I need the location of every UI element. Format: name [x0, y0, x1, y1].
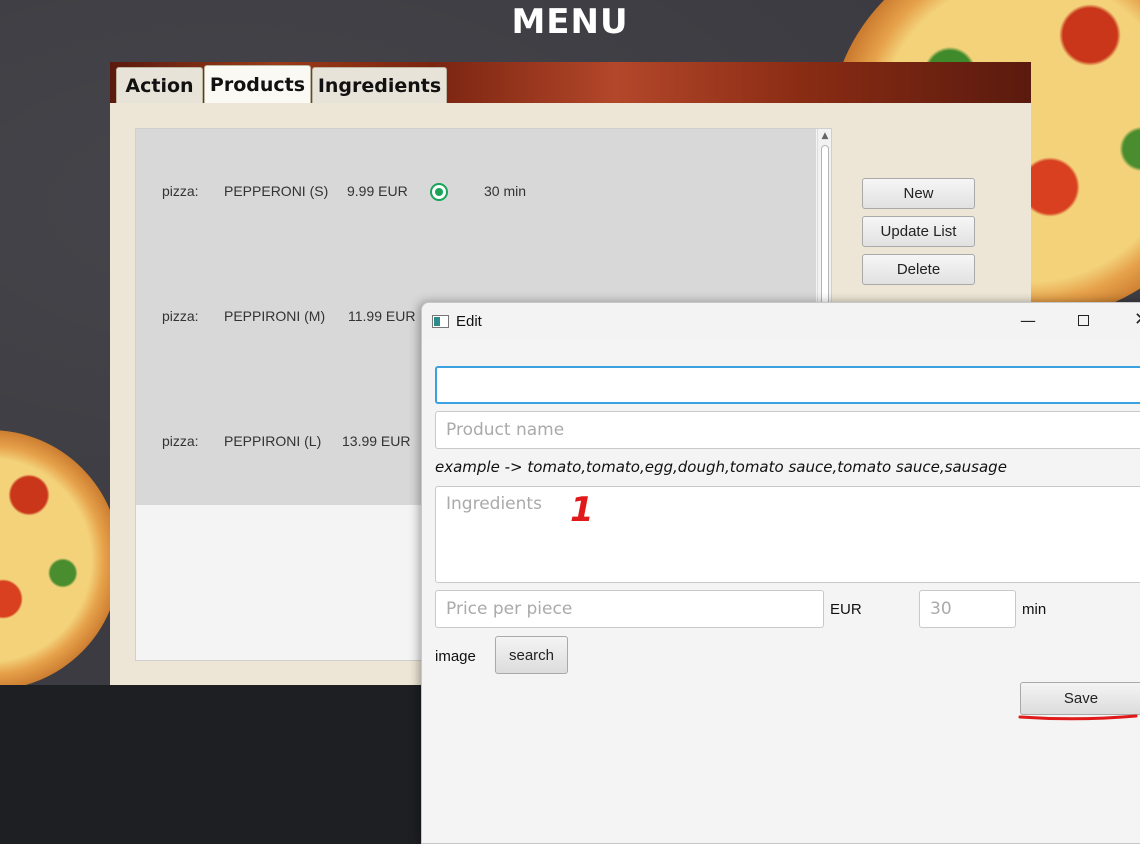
app-window-icon: [432, 315, 449, 328]
update-list-button[interactable]: Update List: [862, 216, 975, 247]
scroll-up-icon[interactable]: ▲: [820, 131, 830, 141]
save-button[interactable]: Save: [1020, 682, 1140, 715]
ingredients-field[interactable]: [435, 486, 1140, 583]
close-icon[interactable]: ✕: [1134, 309, 1140, 330]
annotation-number: 1: [570, 490, 594, 530]
minimize-icon[interactable]: —: [1018, 311, 1038, 331]
dialog-titlebar[interactable]: Edit — ✕: [422, 303, 1140, 341]
product-price: 13.99 EUR: [342, 433, 411, 449]
product-name: PEPPIRONI (L): [224, 433, 322, 449]
tab-products[interactable]: Products: [204, 65, 311, 103]
image-label: image: [435, 648, 476, 665]
dialog-title: Edit: [456, 313, 482, 330]
id-field[interactable]: [435, 366, 1140, 404]
product-name: PEPPIRONI (M): [224, 308, 326, 324]
product-time: 30 min: [484, 183, 527, 199]
selected-radio-icon[interactable]: [430, 183, 448, 201]
product-name: PEPPERONI (S): [224, 183, 329, 199]
product-price: 9.99 EUR: [347, 183, 408, 199]
delete-button[interactable]: Delete: [862, 254, 975, 285]
product-price: 11.99 EUR: [348, 308, 416, 324]
search-button[interactable]: search: [495, 636, 568, 674]
tab-action[interactable]: Action: [116, 67, 203, 103]
product-type: pizza:: [162, 183, 199, 199]
maximize-icon[interactable]: [1078, 315, 1089, 326]
list-item[interactable]: pizza: PEPPERONI (S) 9.99 EUR 30 min: [136, 177, 816, 207]
tab-ingredients[interactable]: Ingredients: [312, 67, 447, 103]
ingredients-example: example -> tomato,tomato,egg,dough,tomat…: [435, 458, 1007, 476]
annotation-underline: [1018, 714, 1138, 721]
new-button[interactable]: New: [862, 178, 975, 209]
edit-dialog: Edit — ✕ example -> tomato,tomato,egg,do…: [421, 302, 1140, 844]
tab-bar: Action Products Ingredients: [110, 62, 1031, 103]
product-name-field[interactable]: [435, 411, 1140, 449]
page-title: MENU: [511, 2, 629, 42]
time-field[interactable]: [919, 590, 1016, 628]
minutes-label: min: [1022, 601, 1047, 618]
price-field[interactable]: [435, 590, 824, 628]
product-type: pizza:: [162, 433, 199, 449]
currency-label: EUR: [830, 601, 862, 618]
pizza-image: [0, 430, 120, 685]
product-type: pizza:: [162, 308, 199, 324]
